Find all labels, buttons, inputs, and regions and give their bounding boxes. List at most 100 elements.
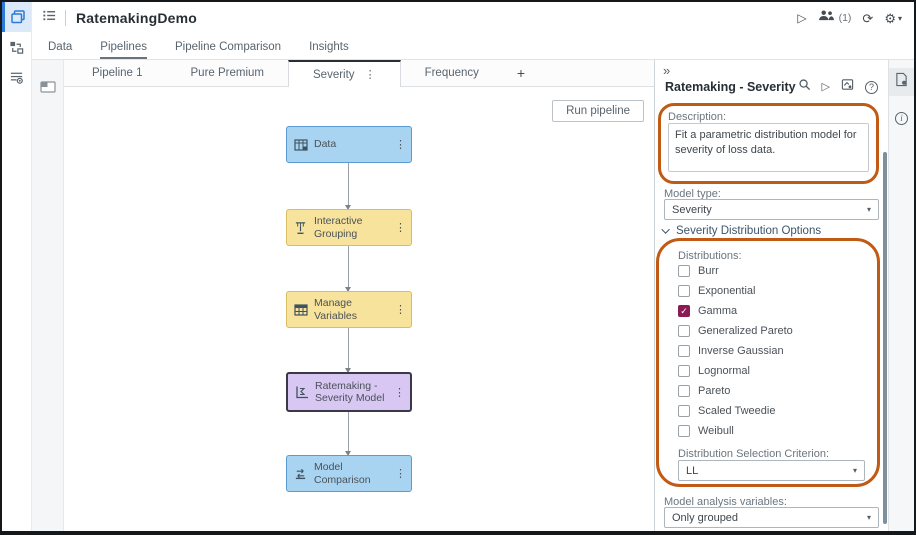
project-list-icon[interactable]: [42, 8, 57, 28]
rail-item-pipelines[interactable]: [2, 2, 31, 32]
section-header-label: Severity Distribution Options: [676, 225, 821, 237]
table-grid-icon: [294, 303, 309, 317]
run-pipeline-button[interactable]: Run pipeline: [552, 100, 644, 122]
rail-item-flow[interactable]: [2, 32, 31, 62]
main-column: RatemakingDemo ▷ (1) ⟳ ⚙ ▾ Data Pipeline…: [32, 2, 914, 531]
caret-down-icon: ▾: [867, 513, 871, 522]
collaborator-count: (1): [839, 12, 852, 24]
checkbox-gamma[interactable]: ✓ Gamma: [678, 305, 737, 317]
tab-pipelines[interactable]: Pipelines: [100, 41, 147, 59]
node-label: Interactive Grouping: [314, 215, 390, 239]
node-manage-variables[interactable]: Manage Variables ⋮: [286, 291, 412, 328]
caret-down-icon: ▾: [898, 14, 902, 23]
gear-icon: ⚙: [884, 12, 896, 25]
node-kebab-icon[interactable]: ⋮: [395, 467, 406, 480]
checkbox-icon[interactable]: [678, 325, 690, 337]
collapse-panel-icon[interactable]: »: [663, 63, 670, 78]
sigma-chart-icon: [295, 385, 310, 399]
checkbox-icon[interactable]: [678, 365, 690, 377]
rail-item-node-properties[interactable]: [889, 68, 914, 96]
minimap-icon[interactable]: [40, 80, 56, 98]
checkbox-label: Scaled Tweedie: [698, 405, 775, 417]
connector-arrow: [348, 328, 349, 372]
connector-arrow: [348, 412, 349, 455]
node-interactive-grouping[interactable]: Interactive Grouping ⋮: [286, 209, 412, 246]
run-node-icon[interactable]: ▷: [822, 82, 830, 93]
description-field[interactable]: Fit a parametric distribution model for …: [668, 123, 869, 172]
tab-insights[interactable]: Insights: [309, 41, 349, 59]
search-icon[interactable]: [798, 78, 811, 96]
rail-item-info[interactable]: i: [889, 104, 914, 132]
canvas-side-strip: [32, 60, 64, 531]
node-model-comparison[interactable]: Model Comparison ⋮: [286, 455, 412, 492]
settings-menu-button[interactable]: ⚙ ▾: [884, 12, 902, 25]
checkbox-icon[interactable]: [678, 425, 690, 437]
description-label: Description:: [668, 111, 726, 123]
checkbox-icon[interactable]: [678, 345, 690, 357]
checkbox-label: Inverse Gaussian: [698, 345, 784, 357]
data-settings-icon: [9, 70, 24, 85]
checkbox-scaled-tweedie[interactable]: Scaled Tweedie: [678, 405, 775, 417]
collaborators-button[interactable]: (1): [818, 9, 852, 27]
checkbox-generalized-pareto[interactable]: Generalized Pareto: [678, 325, 793, 337]
checkbox-label: Generalized Pareto: [698, 325, 793, 337]
checkbox-lognormal[interactable]: Lognormal: [678, 365, 750, 377]
node-label: Manage Variables: [314, 297, 390, 321]
checkbox-pareto[interactable]: Pareto: [678, 385, 730, 397]
left-rail: [2, 2, 32, 531]
tab-kebab-icon[interactable]: ⋮: [365, 68, 376, 81]
node-kebab-icon[interactable]: ⋮: [395, 303, 406, 316]
add-pipeline-button[interactable]: +: [503, 60, 539, 86]
node-options-panel: » Ratemaking - Severity M... ▷ ?: [654, 60, 888, 531]
model-type-select[interactable]: Severity ▾: [664, 199, 879, 220]
checkbox-label: Gamma: [698, 305, 737, 317]
run-project-icon[interactable]: ▷: [797, 12, 806, 24]
swap-nodes-icon: [9, 40, 24, 55]
panel-title-row: Ratemaking - Severity M... ▷ ?: [665, 78, 878, 96]
help-icon[interactable]: ?: [865, 81, 878, 94]
node-kebab-icon[interactable]: ⋮: [395, 221, 406, 234]
tab-data[interactable]: Data: [48, 41, 72, 59]
checkbox-label: Pareto: [698, 385, 730, 397]
rail-item-data-settings[interactable]: [2, 62, 31, 92]
results-icon[interactable]: [841, 78, 854, 96]
people-icon: [818, 9, 835, 27]
node-kebab-icon[interactable]: ⋮: [394, 386, 405, 399]
pipeline-tab-severity-label: Severity: [313, 69, 355, 81]
model-type-value: Severity: [672, 204, 712, 216]
node-label: Model Comparison: [314, 461, 390, 485]
analysis-variables-value: Only grouped: [672, 512, 738, 524]
checkbox-icon[interactable]: [678, 265, 690, 277]
checkbox-inverse-gaussian[interactable]: Inverse Gaussian: [678, 345, 784, 357]
node-data[interactable]: Data ⋮: [286, 126, 412, 163]
checkbox-icon[interactable]: [678, 285, 690, 297]
chevron-down-icon: [661, 225, 669, 233]
panel-scrollbar[interactable]: [883, 152, 887, 524]
criterion-value: LL: [686, 465, 698, 477]
compare-arrows-icon: [294, 467, 309, 480]
pipeline-tab-severity[interactable]: Severity ⋮: [288, 60, 401, 87]
criterion-select[interactable]: LL ▾: [678, 460, 865, 481]
checkbox-weibull[interactable]: Weibull: [678, 425, 734, 437]
node-ratemaking-severity-model[interactable]: Ratemaking - Severity Model ⋮: [286, 372, 412, 412]
checkbox-icon[interactable]: [678, 385, 690, 397]
connector-arrow: [348, 163, 349, 209]
checkbox-exponential[interactable]: Exponential: [678, 285, 756, 297]
checkbox-burr[interactable]: Burr: [678, 265, 719, 277]
analysis-variables-select[interactable]: Only grouped ▾: [664, 507, 879, 528]
criterion-label: Distribution Selection Criterion:: [678, 448, 829, 460]
refresh-icon[interactable]: ⟳: [862, 12, 873, 25]
stacked-windows-icon: [10, 9, 26, 25]
distributions-label: Distributions:: [678, 250, 742, 262]
pipeline-canvas[interactable]: Run pipeline Data ⋮: [64, 87, 654, 531]
checkbox-icon[interactable]: [678, 405, 690, 417]
severity-distribution-options-section[interactable]: Severity Distribution Options: [664, 225, 821, 237]
pipeline-tab-1[interactable]: Pipeline 1: [68, 60, 167, 86]
pipeline-tab-pure-premium[interactable]: Pure Premium: [167, 60, 289, 86]
right-rail: i: [888, 60, 914, 531]
node-kebab-icon[interactable]: ⋮: [395, 138, 406, 151]
tab-pipeline-comparison[interactable]: Pipeline Comparison: [175, 41, 281, 59]
pipeline-tab-frequency[interactable]: Frequency: [401, 60, 503, 86]
info-icon: i: [895, 112, 908, 125]
checkbox-icon[interactable]: ✓: [678, 305, 690, 317]
